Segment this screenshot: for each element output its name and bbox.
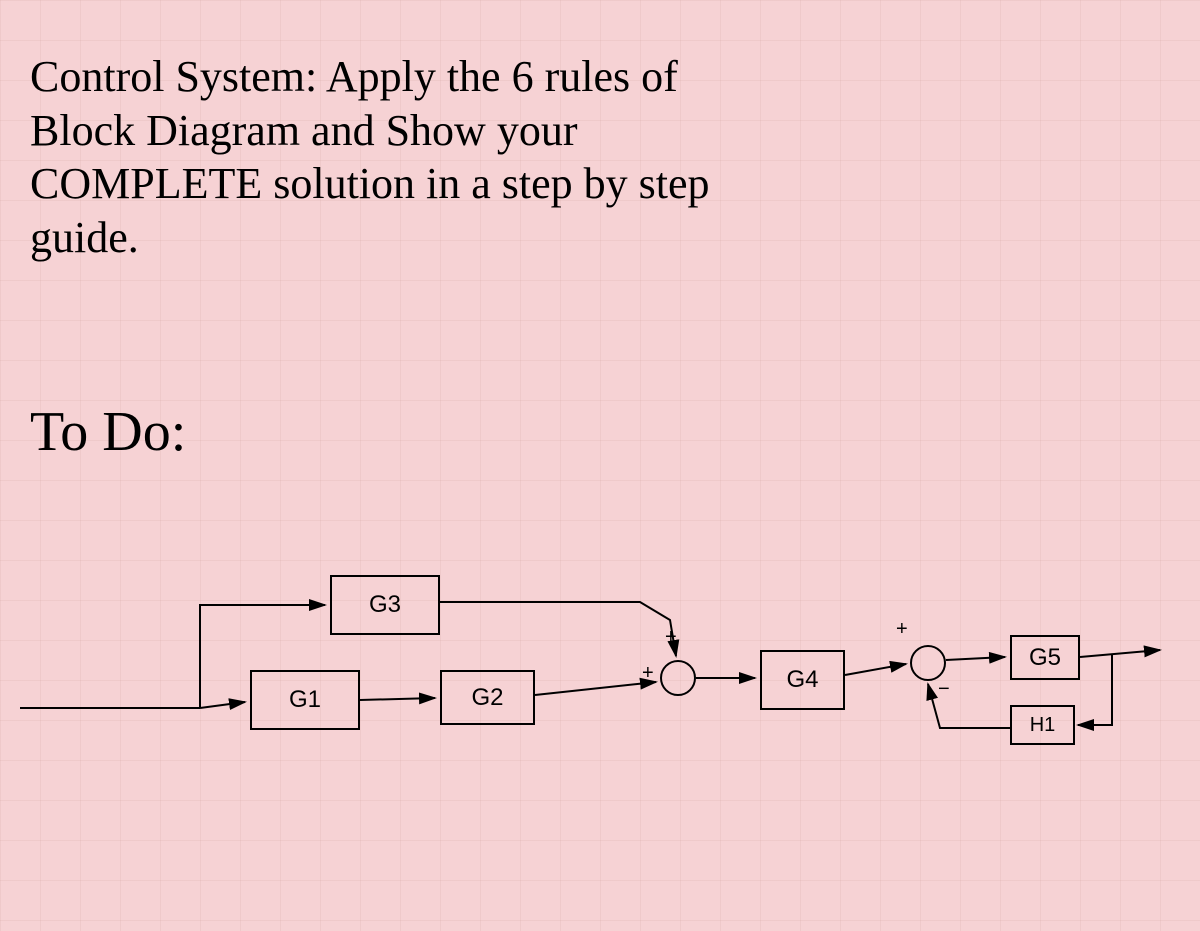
- block-diagram: G3 G1 G2 G4 G5 H1 + + + −: [0, 560, 1200, 860]
- problem-title: Control System: Apply the 6 rules of Blo…: [30, 50, 730, 265]
- diagram-wires: [0, 560, 1200, 860]
- todo-heading: To Do:: [30, 400, 186, 464]
